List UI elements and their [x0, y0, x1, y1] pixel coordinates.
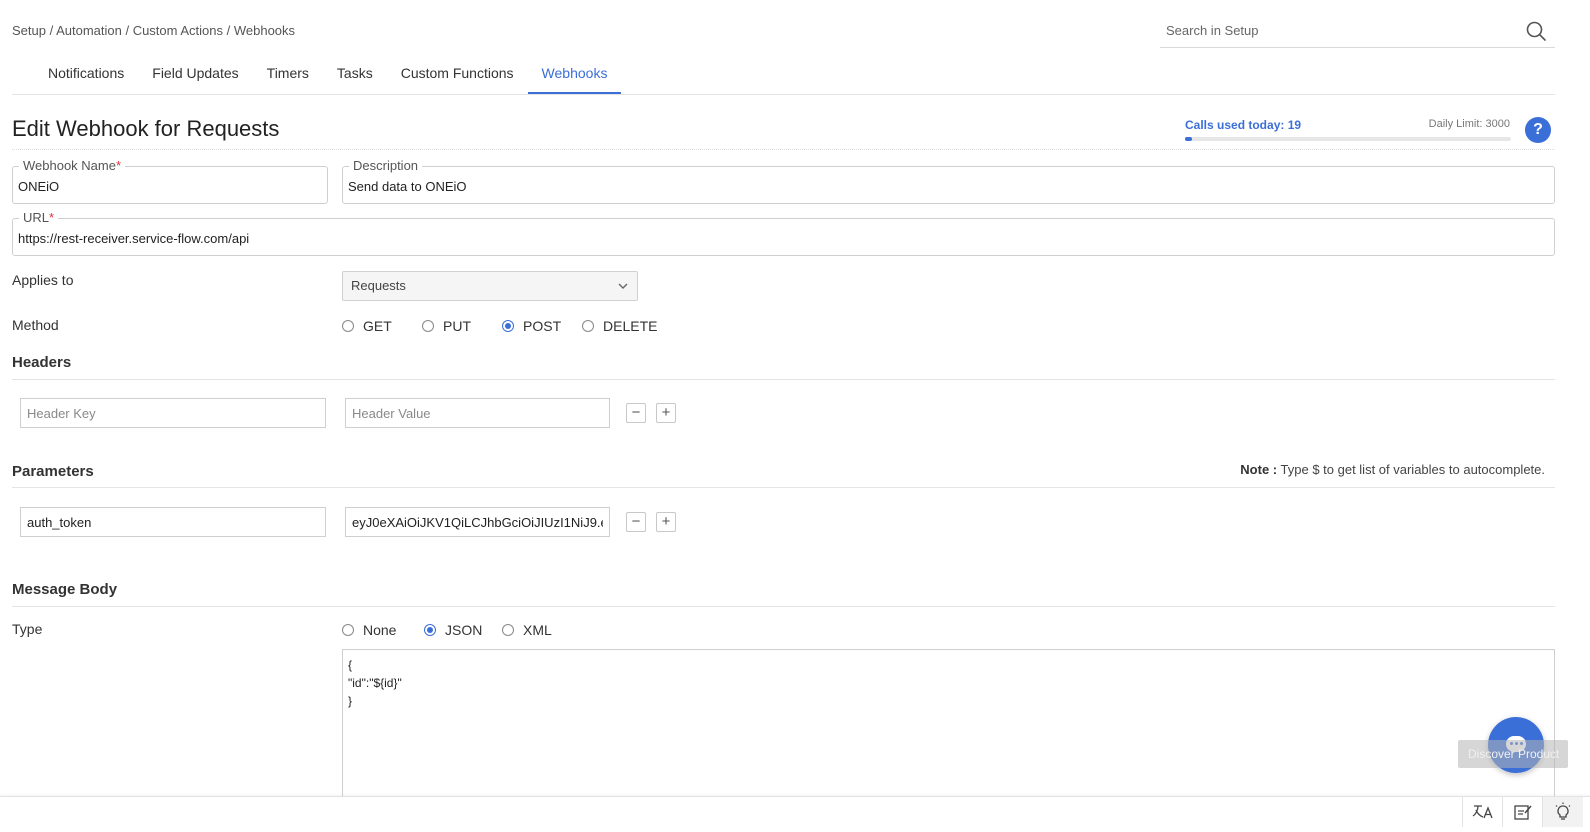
description-input[interactable]	[348, 179, 1538, 194]
tab-field-updates[interactable]: Field Updates	[138, 54, 252, 94]
webhook-name-field: Webhook Name*	[12, 158, 328, 204]
applies-to-label: Applies to	[12, 272, 74, 288]
tab-webhooks[interactable]: Webhooks	[527, 54, 622, 94]
calls-used-label: Calls used today: 19	[1185, 118, 1302, 132]
applies-to-value: Requests	[351, 278, 406, 293]
method-radio-delete[interactable]: DELETE	[582, 318, 672, 334]
radio-circle[interactable]	[422, 320, 434, 332]
url-input[interactable]	[18, 231, 1538, 246]
headers-section-title: Headers	[12, 354, 72, 371]
parameters-section-title: Parameters	[12, 463, 94, 480]
body-type-radio-json[interactable]: JSON	[424, 622, 502, 638]
message-body-section-title: Message Body	[12, 581, 118, 598]
webhook-name-input[interactable]	[18, 179, 318, 194]
method-radio-put[interactable]: PUT	[422, 318, 502, 334]
add-parameter-button[interactable]: +	[656, 512, 676, 532]
radio-circle-selected[interactable]	[502, 320, 514, 332]
body-type-radio-xml[interactable]: XML	[502, 622, 572, 638]
bottom-toolbar	[0, 796, 1590, 832]
url-label: URL*	[19, 210, 59, 226]
remove-parameter-button[interactable]: −	[626, 512, 646, 532]
webhook-name-label: Webhook Name*	[19, 158, 126, 174]
tab-timers[interactable]: Timers	[253, 54, 323, 94]
description-label: Description	[349, 158, 423, 174]
body-type-radio-none[interactable]: None	[342, 622, 424, 638]
search-icon[interactable]	[1525, 20, 1547, 42]
tab-notifications[interactable]: Notifications	[34, 54, 138, 94]
method-radio-post[interactable]: POST	[502, 318, 582, 334]
setup-search	[1160, 16, 1555, 48]
message-body-editor[interactable]: { "id":"${id}" }	[342, 649, 1555, 799]
header-value-input[interactable]	[345, 398, 610, 428]
tabs-divider	[12, 94, 1555, 95]
usage-progress-bar	[1185, 137, 1511, 141]
headers-divider	[12, 379, 1555, 380]
lightbulb-icon[interactable]	[1542, 797, 1583, 827]
body-type-label: Type	[12, 621, 43, 637]
help-button[interactable]: ?	[1525, 117, 1551, 143]
parameter-key-input[interactable]	[20, 507, 326, 537]
search-input[interactable]	[1160, 16, 1522, 44]
radio-circle[interactable]	[582, 320, 594, 332]
parameters-divider	[12, 487, 1555, 488]
message-body-divider	[12, 606, 1555, 607]
translate-icon[interactable]	[1462, 797, 1503, 827]
chevron-down-icon	[618, 283, 628, 289]
daily-limit-label: Daily Limit: 3000	[1428, 118, 1510, 130]
title-divider	[12, 149, 1555, 150]
discover-product-tooltip: Discover Product	[1458, 740, 1568, 768]
method-radio-group: GET PUT POST DELETE	[342, 318, 672, 334]
tab-custom-functions[interactable]: Custom Functions	[387, 54, 528, 94]
autocomplete-note: Note : Type $ to get list of variables t…	[1240, 462, 1545, 477]
method-label: Method	[12, 317, 59, 333]
breadcrumb: Setup / Automation / Custom Actions / We…	[12, 23, 296, 38]
tab-tasks[interactable]: Tasks	[323, 54, 387, 94]
parameter-value-input[interactable]	[345, 507, 610, 537]
body-type-radio-group: None JSON XML	[342, 622, 572, 638]
page-title: Edit Webhook for Requests	[12, 116, 280, 141]
header-key-input[interactable]	[20, 398, 326, 428]
radio-circle[interactable]	[342, 624, 354, 636]
method-radio-get[interactable]: GET	[342, 318, 422, 334]
add-header-button[interactable]: +	[656, 403, 676, 423]
radio-circle-selected[interactable]	[424, 624, 436, 636]
remove-header-button[interactable]: −	[626, 403, 646, 423]
description-field: Description	[342, 158, 1555, 204]
radio-circle[interactable]	[502, 624, 514, 636]
applies-to-select[interactable]: Requests	[342, 271, 638, 301]
tab-bar: Notifications Field Updates Timers Tasks…	[34, 54, 622, 94]
notes-icon[interactable]	[1502, 797, 1543, 827]
usage-progress-fill	[1185, 137, 1192, 141]
radio-circle[interactable]	[342, 320, 354, 332]
url-field: URL*	[12, 210, 1555, 256]
